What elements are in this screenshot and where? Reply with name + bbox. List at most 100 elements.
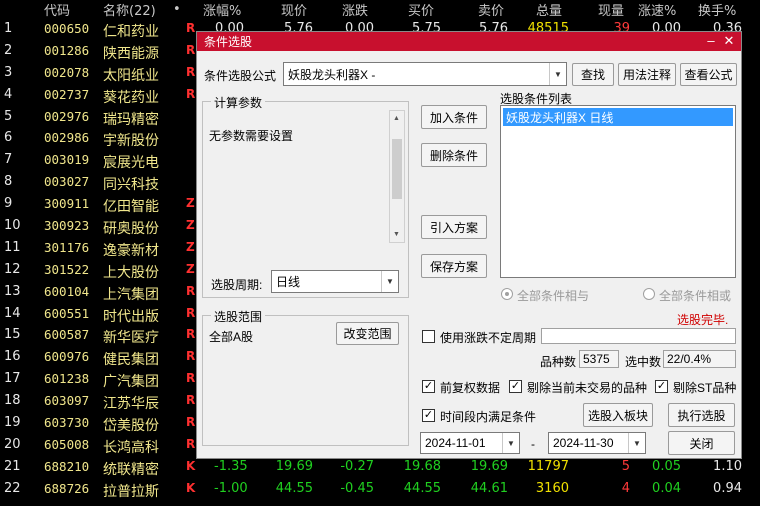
cell-price: 19.69 — [275, 458, 313, 474]
col-pct[interactable]: 涨幅% — [203, 0, 241, 19]
time-range-checkbox[interactable]: ✓ — [422, 409, 435, 422]
stock-name: 宇新股份 — [103, 133, 159, 150]
col-chg[interactable]: 涨跌 — [342, 0, 368, 19]
col-vol[interactable]: 总量 — [536, 0, 562, 19]
date-separator: - — [531, 437, 535, 451]
col-turn[interactable]: 换手% — [698, 0, 736, 19]
row-index: 15 — [4, 327, 21, 343]
close-button[interactable]: 关闭 — [668, 431, 735, 455]
market-flag: R — [186, 371, 196, 386]
minimize-icon[interactable]: – — [703, 33, 719, 49]
radio-and[interactable] — [501, 288, 513, 300]
cell-pct: -1.35 — [214, 458, 248, 474]
formula-value: 妖股龙头利器X - — [288, 67, 376, 82]
stock-code: 000650 — [44, 21, 90, 36]
cell-vol: 11797 — [527, 458, 569, 474]
stock-name: 上大股份 — [103, 264, 159, 281]
count-label: 品种数 — [540, 355, 577, 369]
chevron-down-icon[interactable]: ▼ — [549, 63, 566, 85]
period-input[interactable] — [541, 328, 736, 344]
cell-turn: 1.10 — [713, 458, 742, 474]
scroll-down-icon[interactable]: ▼ — [393, 231, 400, 238]
col-speed[interactable]: 涨速% — [638, 0, 676, 19]
cell-bid: 44.55 — [403, 480, 441, 496]
chevron-down-icon[interactable]: ▼ — [502, 433, 519, 453]
col-code[interactable]: 代码 — [44, 0, 70, 19]
row-index: 8 — [4, 174, 13, 190]
table-row[interactable]: 21 688210 统联精密 K -1.35 19.69 -0.27 19.68 19.69 11… — [0, 457, 760, 479]
chevron-down-icon[interactable]: ▼ — [381, 271, 398, 292]
dialog-title: 条件选股 — [204, 35, 253, 49]
stock-name: 岱美股份 — [103, 418, 159, 435]
to-block-button[interactable]: 选股入板块 — [583, 403, 653, 427]
stock-code: 600551 — [44, 305, 90, 321]
period-label: 选股周期: — [211, 278, 263, 292]
condition-list-item[interactable]: 妖股龙头利器X 日线 — [503, 108, 733, 126]
change-range-button[interactable]: 改变范围 — [336, 322, 399, 345]
stock-name: 拉普拉斯 — [103, 483, 159, 500]
stock-code: 600104 — [44, 283, 90, 299]
use-period-checkbox[interactable] — [422, 330, 435, 343]
table-row[interactable]: 22 688726 拉普拉斯 K -1.00 44.55 -0.45 44.55 44.61 31… — [0, 479, 760, 501]
delete-condition-button[interactable]: 删除条件 — [421, 143, 487, 167]
dialog-title-bar[interactable]: 条件选股 – ✕ — [197, 32, 741, 51]
usage-button[interactable]: 用法注释 — [618, 63, 676, 86]
chevron-down-icon[interactable]: ▼ — [628, 433, 645, 453]
find-button[interactable]: 查找 — [572, 63, 614, 86]
save-plan-button[interactable]: 保存方案 — [421, 254, 487, 278]
date-to-picker[interactable]: 2024-11-30 ▼ — [548, 432, 646, 454]
formula-select[interactable]: 妖股龙头利器X - ▼ — [283, 62, 567, 86]
row-index: 7 — [4, 152, 13, 168]
period-select[interactable]: 日线 ▼ — [271, 270, 399, 293]
col-price[interactable]: 现价 — [281, 0, 307, 19]
row-index: 9 — [4, 196, 13, 212]
market-flag: R — [186, 415, 196, 430]
scroll-thumb[interactable] — [392, 139, 402, 199]
remove-st-checkbox[interactable]: ✓ — [655, 380, 668, 393]
stock-code: 001286 — [44, 42, 90, 58]
remove-halt-checkbox[interactable]: ✓ — [509, 380, 522, 393]
stock-name: 仁和药业 — [103, 24, 159, 40]
execute-button[interactable]: 执行选股 — [668, 403, 735, 427]
market-flag: Z — [186, 218, 195, 233]
close-icon[interactable]: ✕ — [721, 33, 737, 49]
market-flag: Z — [186, 196, 195, 211]
add-condition-button[interactable]: 加入条件 — [421, 105, 487, 129]
stock-code: 688210 — [44, 458, 90, 474]
fq-label: 前复权数据 — [440, 381, 501, 395]
fq-checkbox[interactable]: ✓ — [422, 380, 435, 393]
cell-cur: 4 — [621, 480, 630, 496]
col-name[interactable]: 名称(22) — [103, 0, 156, 19]
params-scrollbar[interactable]: ▲ ▼ — [389, 110, 405, 243]
radio-and-label: 全部条件相与 — [517, 289, 590, 303]
stock-name: 葵花药业 — [103, 89, 159, 106]
stock-code: 300923 — [44, 218, 90, 234]
condition-list[interactable]: 妖股龙头利器X 日线 — [500, 105, 736, 278]
stock-code: 003019 — [44, 152, 90, 168]
market-flag: R — [186, 327, 196, 342]
calc-params-text: 无参数需要设置 — [209, 129, 294, 143]
import-plan-button[interactable]: 引入方案 — [421, 215, 487, 239]
stock-selection-dialog: 条件选股 – ✕ 条件选股公式 妖股龙头利器X - ▼ 查找 用法注释 查看公式… — [196, 31, 742, 459]
market-flag: R — [186, 349, 196, 364]
stock-name: 上汽集团 — [103, 286, 159, 303]
stock-name: 广汽集团 — [103, 374, 159, 391]
market-flag: R — [186, 86, 196, 101]
stock-code: 002737 — [44, 86, 90, 102]
radio-or[interactable] — [643, 288, 655, 300]
stock-name: 新华医疗 — [103, 330, 159, 347]
time-range-label: 时间段内满足条件 — [440, 410, 537, 424]
row-index: 4 — [4, 86, 13, 102]
date-from-picker[interactable]: 2024-11-01 ▼ — [420, 432, 520, 454]
stock-code: 600976 — [44, 349, 90, 365]
row-index: 2 — [4, 42, 13, 58]
view-formula-button[interactable]: 查看公式 — [680, 63, 737, 86]
col-bid[interactable]: 买价 — [408, 0, 434, 19]
market-flag: R — [186, 305, 196, 320]
row-index: 16 — [4, 349, 21, 365]
col-cur[interactable]: 现量 — [598, 0, 624, 19]
date-to-value: 2024-11-30 — [553, 436, 614, 450]
row-index: 14 — [4, 305, 21, 321]
col-ask[interactable]: 卖价 — [478, 0, 504, 19]
scroll-up-icon[interactable]: ▲ — [393, 115, 400, 122]
